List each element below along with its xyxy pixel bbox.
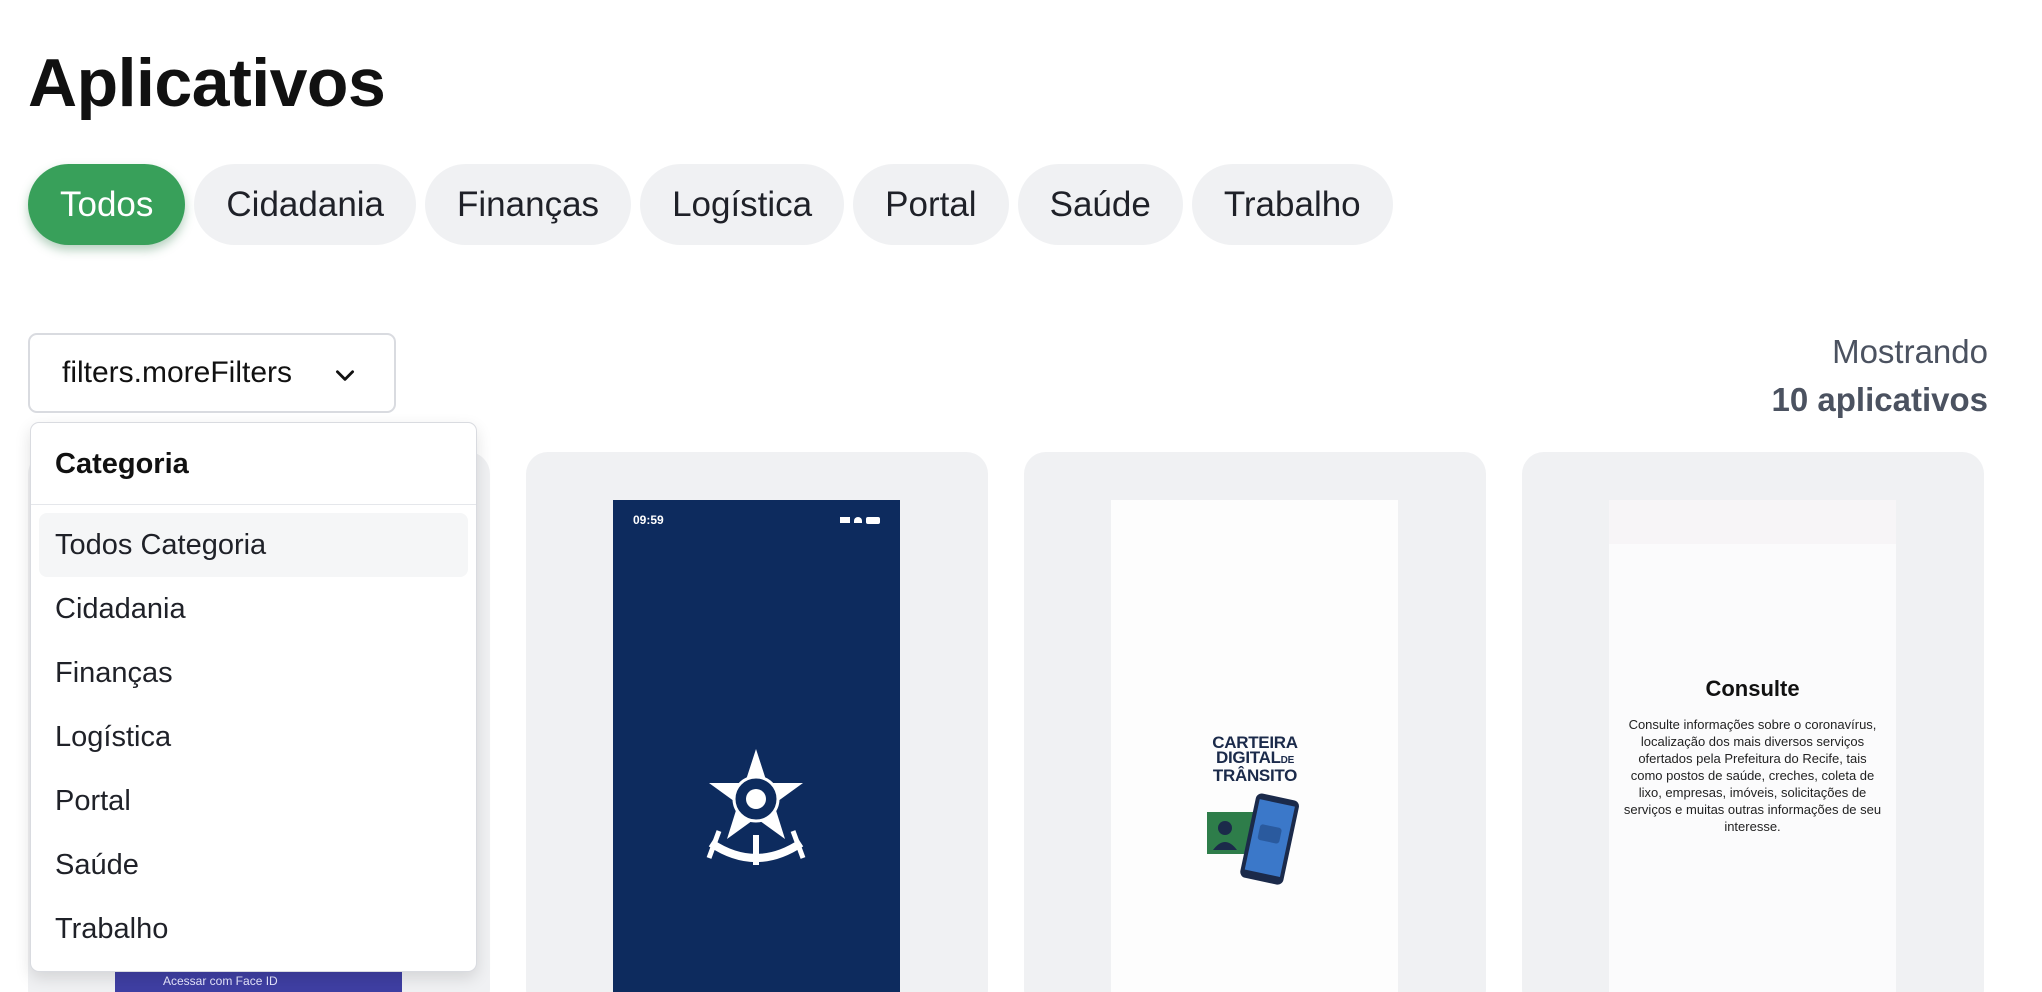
- face-id-strip: Acessar com Face ID: [115, 970, 402, 992]
- chip-trabalho[interactable]: Trabalho: [1191, 164, 1393, 245]
- chip-saude[interactable]: Saúde: [1017, 164, 1183, 245]
- dropdown-item-trabalho[interactable]: Trabalho: [39, 897, 468, 961]
- cdt-logo: CARTEIRA DIGITALDE TRÂNSITO: [1205, 734, 1305, 785]
- more-filters-label: filters.moreFilters: [62, 356, 293, 389]
- chip-financas[interactable]: Finanças: [425, 164, 632, 245]
- battery-icon: [866, 516, 880, 524]
- cdt-logo-de: DE: [1280, 755, 1295, 766]
- dropdown-item-todos[interactable]: Todos Categoria: [39, 513, 468, 577]
- chip-todos[interactable]: Todos: [28, 164, 186, 245]
- category-dropdown: Categoria Todos Categoria Cidadania Fina…: [30, 422, 477, 972]
- wifi-icon: [854, 517, 862, 523]
- app-card-3[interactable]: CARTEIRA DIGITALDE TRÂNSITO: [1024, 452, 1486, 992]
- brazil-coat-of-arms-icon: [706, 749, 806, 865]
- results-count-value: 10 aplicativos: [1771, 381, 1988, 418]
- app-card-4[interactable]: Consulte Consulte informações sobre o co…: [1522, 452, 1984, 992]
- dropdown-item-logistica[interactable]: Logística: [39, 705, 468, 769]
- dropdown-header: Categoria: [31, 423, 476, 505]
- status-time: 09:59: [633, 513, 664, 527]
- chip-logistica[interactable]: Logística: [640, 164, 845, 245]
- dropdown-item-saude[interactable]: Saúde: [39, 833, 468, 897]
- recife-title: Consulte: [1705, 676, 1800, 701]
- app-screenshot-recife: Consulte Consulte informações sobre o co…: [1609, 500, 1896, 992]
- chip-portal[interactable]: Portal: [853, 164, 1009, 245]
- dropdown-item-cidadania[interactable]: Cidadania: [39, 577, 468, 641]
- dropdown-item-portal[interactable]: Portal: [39, 769, 468, 833]
- status-bar: 09:59: [613, 500, 900, 540]
- recife-description: Consulte informações sobre o coronavírus…: [1623, 717, 1882, 834]
- cdt-logo-digital: DIGITAL: [1216, 748, 1281, 767]
- face-id-label: Acessar com Face ID: [163, 974, 278, 988]
- phone-car-illustration-icon: [1207, 793, 1299, 885]
- more-filters-button[interactable]: filters.moreFilters: [28, 333, 396, 413]
- recife-header: [1609, 500, 1896, 544]
- dropdown-list: Todos Categoria Cidadania Finanças Logís…: [31, 505, 476, 961]
- dropdown-item-financas[interactable]: Finanças: [39, 641, 468, 705]
- app-screenshot-cdt: CARTEIRA DIGITALDE TRÂNSITO: [1111, 500, 1398, 992]
- results-count-prefix: Mostrando: [1832, 333, 1988, 370]
- page-title: Aplicativos: [28, 45, 386, 121]
- signal-icon: [840, 517, 850, 523]
- chevron-down-icon: [336, 370, 354, 381]
- app-screenshot-gov: 09:59: [613, 500, 900, 992]
- status-icons: [840, 516, 880, 524]
- app-card-2[interactable]: 09:59: [526, 452, 988, 992]
- cdt-logo-line3: TRÂNSITO: [1212, 766, 1298, 785]
- category-chips: Todos Cidadania Finanças Logística Porta…: [28, 164, 1393, 245]
- results-count: Mostrando 10 aplicativos: [1772, 328, 1988, 424]
- chip-cidadania[interactable]: Cidadania: [194, 164, 417, 245]
